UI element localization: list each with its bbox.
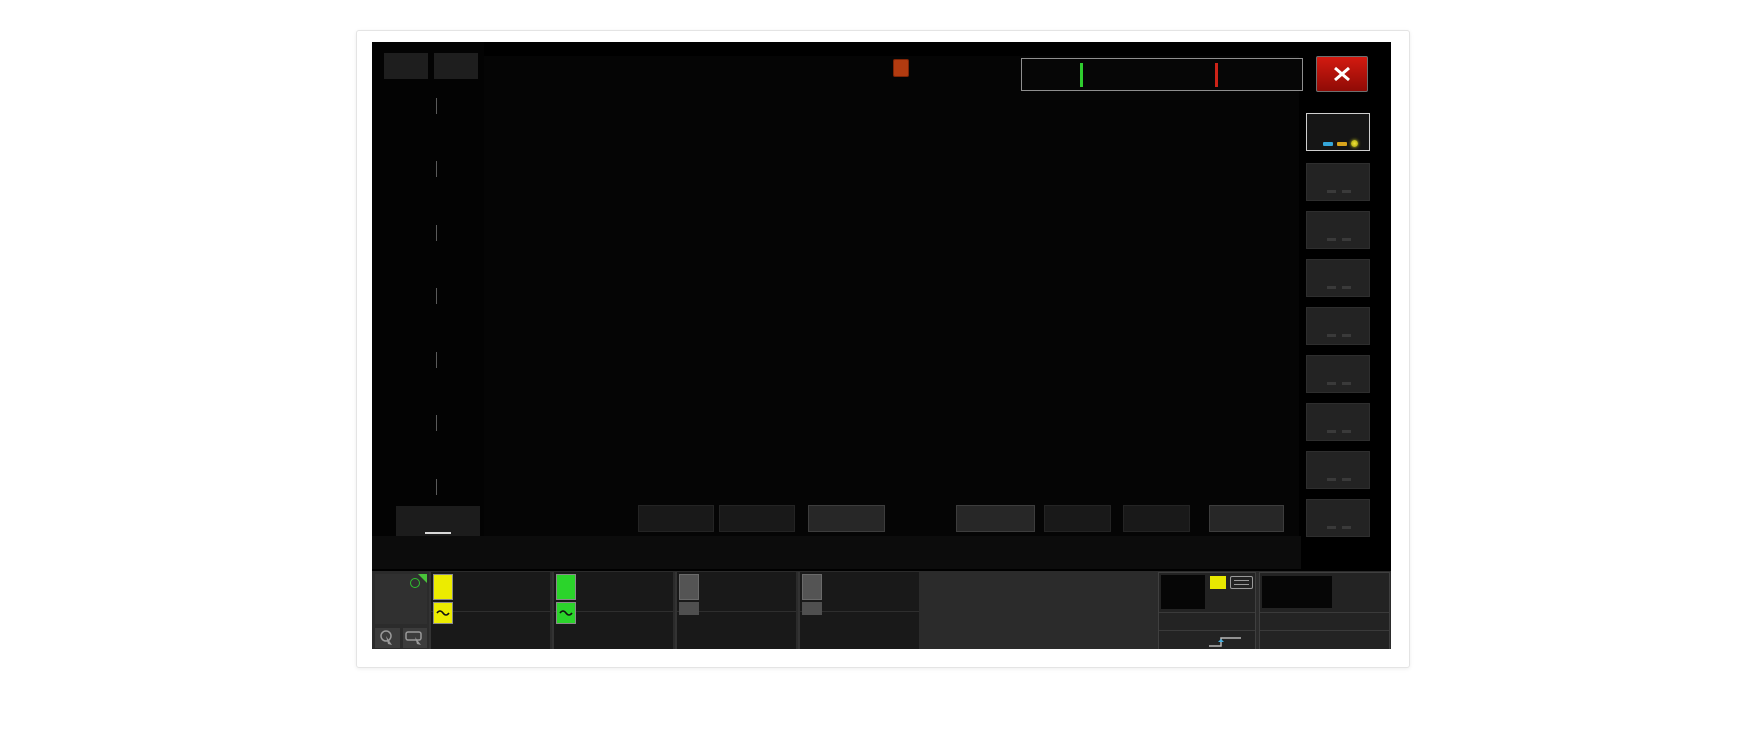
axis-tick-row bbox=[372, 478, 478, 496]
channel4-toggle[interactable] bbox=[802, 602, 822, 615]
axis-header bbox=[372, 53, 484, 79]
status-bar bbox=[372, 569, 1391, 649]
gain-trace-indicator bbox=[1323, 142, 1333, 146]
tick-divider bbox=[436, 288, 437, 304]
tick-divider bbox=[436, 98, 437, 114]
channel4-badge[interactable] bbox=[802, 574, 822, 600]
trigger-block bbox=[1158, 572, 1256, 649]
run-stop-state[interactable] bbox=[1161, 575, 1205, 609]
touch-pad-button[interactable] bbox=[403, 628, 427, 648]
close-button[interactable] bbox=[1316, 56, 1368, 92]
registered-mark-icon bbox=[410, 578, 420, 588]
bode-plot-area[interactable] bbox=[484, 56, 1299, 536]
close-icon bbox=[1332, 66, 1352, 82]
tick-divider bbox=[436, 161, 437, 177]
tick-divider bbox=[436, 225, 437, 241]
touch-gesture-button[interactable] bbox=[375, 628, 400, 648]
channel2-block[interactable] bbox=[552, 572, 673, 649]
frequency-axis bbox=[372, 536, 1391, 569]
calibration-info-button[interactable] bbox=[638, 505, 714, 532]
axis-tick-row bbox=[372, 414, 478, 432]
channel3-badge[interactable] bbox=[679, 574, 699, 600]
gm-marker-bar bbox=[1215, 63, 1218, 87]
channel1-block[interactable] bbox=[429, 572, 550, 649]
test8-button[interactable] bbox=[1306, 499, 1370, 537]
split-display-button[interactable] bbox=[1209, 505, 1284, 532]
oscilloscope-window bbox=[372, 42, 1391, 649]
phase-display-mode-button[interactable] bbox=[808, 505, 885, 532]
pm-marker-bar bbox=[1080, 63, 1083, 87]
test7-button[interactable] bbox=[1306, 451, 1370, 489]
test1-button[interactable] bbox=[1306, 163, 1370, 201]
export-data-button[interactable] bbox=[1044, 505, 1111, 532]
test2-button[interactable] bbox=[1306, 211, 1370, 249]
screenshot-card bbox=[356, 30, 1410, 668]
channel2-coupling-icon[interactable] bbox=[556, 602, 576, 624]
current-test-button[interactable] bbox=[1306, 113, 1370, 151]
timebase-block bbox=[1259, 572, 1390, 649]
test5-button[interactable] bbox=[1306, 355, 1370, 393]
test-sidebar bbox=[1301, 42, 1391, 569]
channel3-toggle[interactable] bbox=[679, 602, 699, 615]
axis-tick-row bbox=[372, 224, 478, 242]
channel4-block[interactable] bbox=[798, 572, 919, 649]
axis-tick-row bbox=[372, 97, 478, 115]
parameter-settings-button[interactable] bbox=[396, 506, 480, 536]
phase-axis-toggle[interactable] bbox=[434, 53, 478, 79]
test6-button[interactable] bbox=[1306, 403, 1370, 441]
axis-tick-row bbox=[372, 160, 478, 178]
tick-divider bbox=[436, 415, 437, 431]
margin-readout-box bbox=[1021, 58, 1303, 91]
tick-divider bbox=[436, 479, 437, 495]
channel2-badge[interactable] bbox=[556, 574, 576, 600]
phase-trace-indicator bbox=[1337, 142, 1347, 146]
axis-tick-row bbox=[372, 287, 478, 305]
gain-axis-toggle[interactable] bbox=[384, 53, 428, 79]
test4-button[interactable] bbox=[1306, 307, 1370, 345]
channel1-badge[interactable] bbox=[433, 574, 453, 600]
axis-tick-row bbox=[372, 351, 478, 369]
bode-plot-canvas bbox=[484, 56, 1299, 536]
trigger-panel-icon[interactable] bbox=[1230, 576, 1253, 589]
hide-description-button[interactable] bbox=[1123, 505, 1190, 532]
load-calibration-button[interactable] bbox=[719, 505, 795, 532]
rising-edge-icon bbox=[1207, 634, 1245, 649]
tick-divider bbox=[436, 352, 437, 368]
active-sun-icon bbox=[1351, 140, 1358, 147]
timebase-scale-tile[interactable] bbox=[1262, 576, 1332, 608]
cursor-b-handle[interactable] bbox=[893, 59, 909, 77]
trigger-source-badge[interactable] bbox=[1210, 576, 1226, 589]
selected-underline bbox=[425, 532, 451, 534]
channel3-block[interactable] bbox=[675, 572, 796, 649]
brand-logo bbox=[375, 574, 427, 624]
touch-pad-icon bbox=[403, 628, 427, 648]
left-axis-panel bbox=[372, 42, 484, 536]
test3-button[interactable] bbox=[1306, 259, 1370, 297]
import-data-button[interactable] bbox=[956, 505, 1035, 532]
channel1-coupling-icon[interactable] bbox=[433, 602, 453, 624]
touch-circle-icon bbox=[375, 628, 400, 648]
trace-indicators bbox=[1307, 140, 1369, 147]
